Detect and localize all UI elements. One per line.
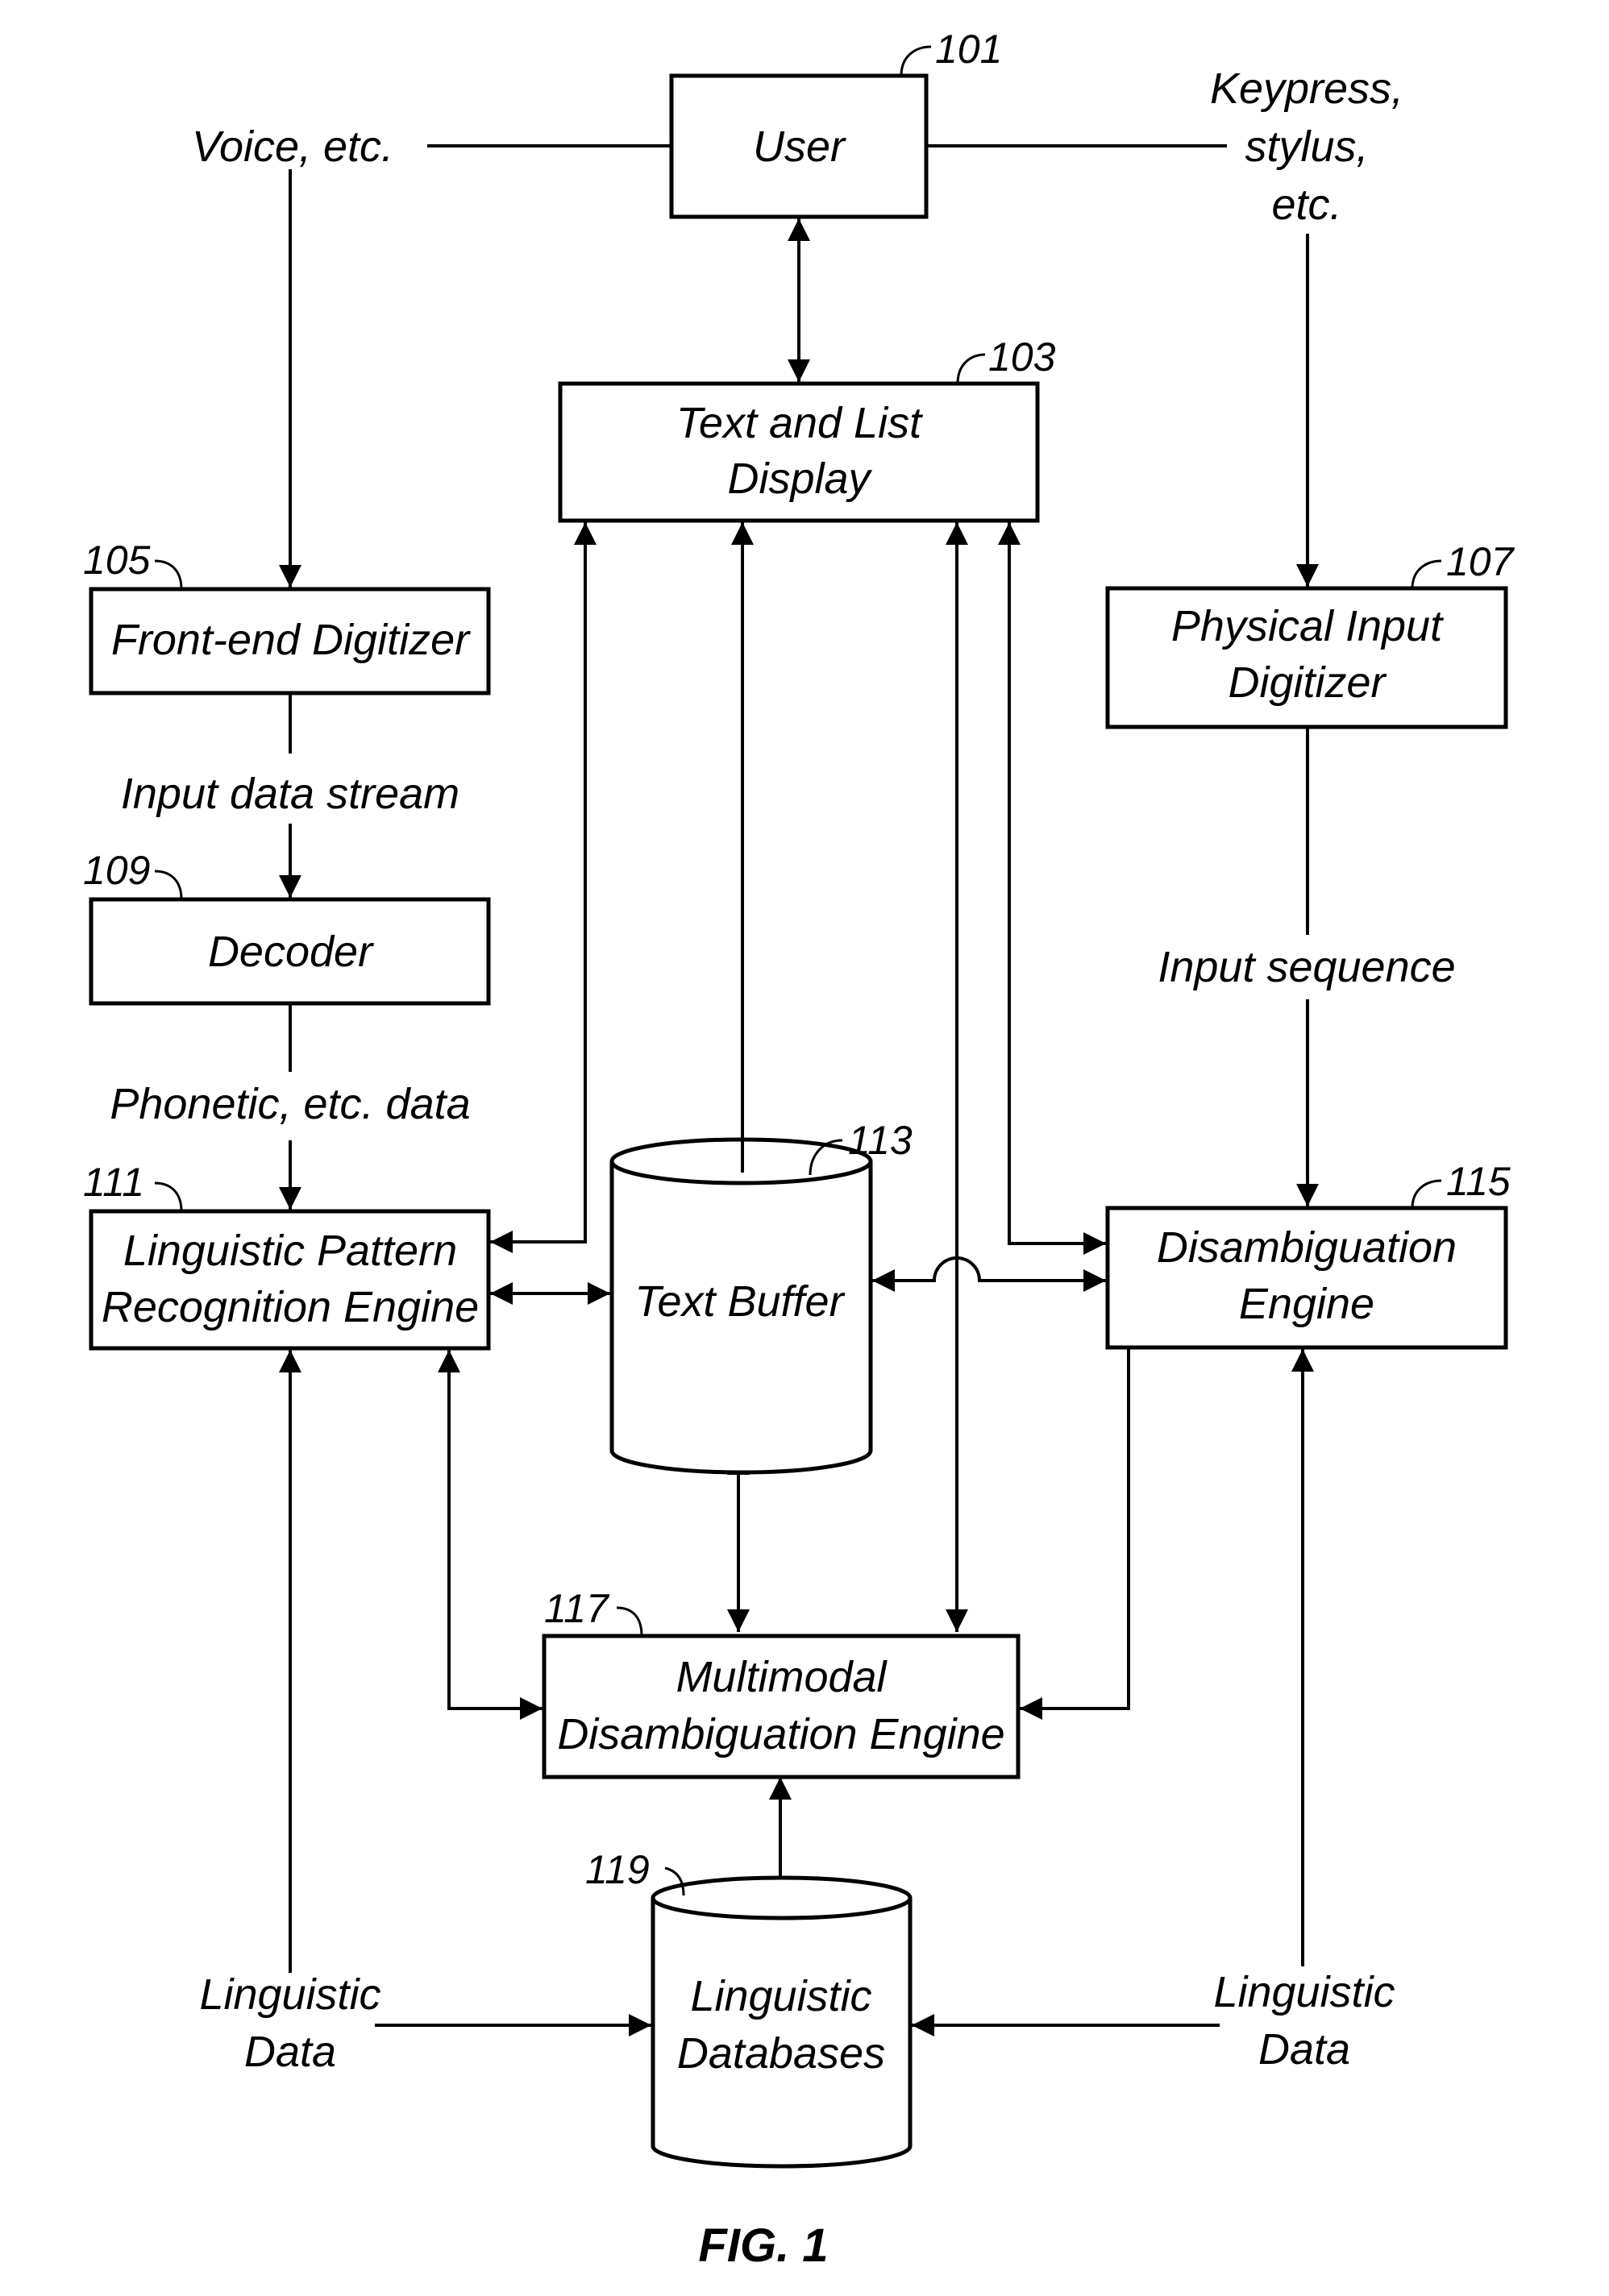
figure-caption: FIG. 1	[698, 2219, 828, 2272]
node-physical-input-digitizer: Physical Input Digitizer 107	[1105, 539, 1515, 729]
ref-109: 109	[83, 848, 150, 893]
node-lpre-label-2: Recognition Engine	[102, 1283, 479, 1331]
ref-hook-109	[154, 870, 183, 900]
node-front-end-digitizer: Front-end Digitizer 105	[83, 538, 491, 695]
node-multimodal-disambiguation-engine: Multimodal Disambiguation Engine 117	[542, 1586, 1021, 1779]
edge-display-lpre	[490, 522, 597, 1253]
node-lingdb-label-1: Linguistic	[690, 1972, 871, 2020]
ref-hook-103	[956, 353, 986, 384]
node-textbuffer-label: Text Buffer	[634, 1277, 845, 1326]
ref-hook-105	[154, 559, 183, 590]
ref-113: 113	[848, 1118, 913, 1163]
edge-lpre-multimodal	[438, 1350, 543, 1720]
label-keypress-2: stylus,	[1245, 122, 1368, 171]
ref-117: 117	[544, 1586, 610, 1631]
ref-107: 107	[1446, 539, 1515, 584]
edge-disamb-multimodal	[1020, 1349, 1130, 1720]
node-decoder: Decoder 109	[83, 848, 491, 1006]
label-linguistic-data-right-2: Data	[1258, 2025, 1350, 2074]
label-linguistic-data-right-1: Linguistic	[1213, 1968, 1395, 2016]
node-text-list-display: Text and List Display 103	[558, 334, 1056, 523]
node-linguistic-databases: Linguistic Databases 119	[585, 1847, 913, 2169]
node-user: User 101	[669, 27, 1002, 219]
ref-hook-117	[616, 1606, 643, 1637]
label-phonetic-data: Phonetic, etc. data	[110, 1080, 470, 1128]
label-input-data-stream: Input data stream	[121, 770, 459, 818]
edge-display-disamb	[998, 522, 1106, 1255]
ref-119: 119	[585, 1847, 650, 1892]
node-user-label: User	[753, 122, 846, 171]
node-decoder-label: Decoder	[208, 928, 374, 976]
ref-115: 115	[1446, 1159, 1511, 1204]
ref-hook-111	[154, 1181, 183, 1212]
node-frontend-label: Front-end Digitizer	[111, 616, 471, 664]
node-lpre-label-1: Linguistic Pattern	[123, 1227, 457, 1275]
ref-hook-107	[1411, 559, 1442, 589]
ref-105: 105	[83, 538, 151, 583]
node-multimodal-label-1: Multimodal	[676, 1653, 888, 1701]
label-linguistic-data-left-1: Linguistic	[199, 1970, 380, 2019]
system-block-diagram: User 101 Text and List Display 103 Front…	[83, 27, 1515, 2272]
label-keypress-1: Keypress,	[1210, 64, 1403, 113]
node-linguistic-pattern-recognition-engine: Linguistic Pattern Recognition Engine 11…	[83, 1160, 491, 1351]
label-input-sequence: Input sequence	[1158, 943, 1455, 991]
label-linguistic-data-left-2: Data	[244, 2028, 336, 2076]
ref-101: 101	[935, 27, 1002, 72]
node-disamb-label-1: Disambiguation	[1157, 1223, 1457, 1272]
node-display-label-1: Text and List	[676, 399, 923, 447]
node-display-label-2: Display	[727, 455, 872, 503]
node-text-buffer: Text Buffer 113	[609, 1118, 913, 1475]
edge-textbuffer-disamb	[872, 1256, 1106, 1292]
label-keypress-3: etc.	[1271, 181, 1341, 229]
node-lingdb-label-2: Databases	[677, 2029, 885, 2078]
node-multimodal-label-2: Disambiguation Engine	[557, 1710, 1004, 1758]
label-voice: Voice, etc.	[192, 122, 393, 171]
ref-103: 103	[988, 334, 1056, 380]
ref-hook-115	[1411, 1179, 1442, 1209]
node-physical-label-1: Physical Input	[1171, 602, 1444, 650]
ref-111: 111	[83, 1160, 144, 1205]
ref-hook-101	[900, 45, 932, 77]
node-physical-label-2: Digitizer	[1228, 658, 1387, 707]
node-disamb-label-2: Engine	[1239, 1280, 1374, 1328]
